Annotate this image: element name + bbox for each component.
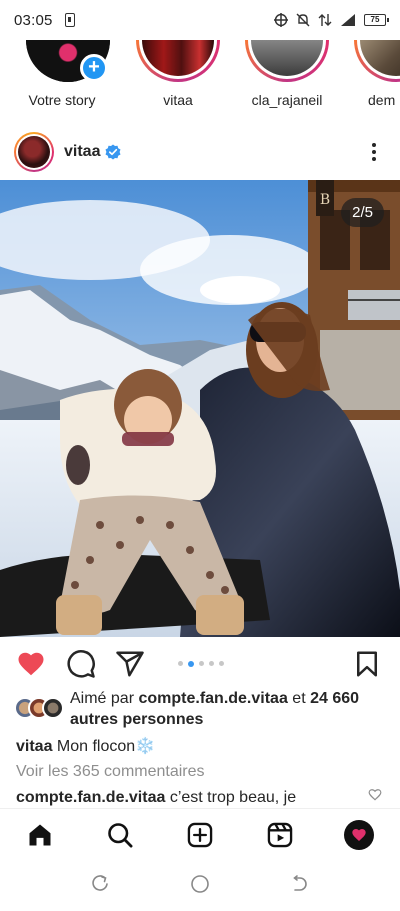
carousel-dot (219, 661, 224, 666)
recents-icon[interactable] (90, 874, 110, 894)
post-photo-illustration: B (0, 180, 400, 637)
liker-avatars (14, 697, 66, 721)
post-actions (0, 644, 400, 684)
share-icon[interactable] (115, 649, 145, 679)
likes-text: Aimé par compte.fan.de.vitaa et 24 660 a… (70, 690, 360, 728)
signal-icon (341, 14, 355, 26)
profile-heart-icon (352, 829, 366, 841)
story-label: Votre story (28, 92, 96, 108)
bookmark-icon[interactable] (352, 649, 382, 679)
story-label: dem (368, 92, 396, 108)
view-comments-link[interactable]: Voir les 365 commentaires (16, 763, 205, 781)
more-options-icon[interactable] (362, 140, 386, 164)
home-icon[interactable] (26, 821, 54, 849)
liked-by-user[interactable]: compte.fan.de.vitaa (138, 690, 287, 707)
image-counter: 2/5 (341, 198, 384, 227)
status-bar: 03:05 75 (0, 0, 400, 40)
status-time: 03:05 (14, 11, 53, 29)
status-icons: 75 (274, 13, 389, 27)
caption-username[interactable]: vitaa (16, 738, 52, 755)
post-caption: vitaa Mon flocon❄️ (16, 736, 155, 756)
likes-summary[interactable]: Aimé par compte.fan.de.vitaa et 24 660 a… (14, 688, 390, 732)
story-label: vitaa (163, 92, 193, 108)
carousel-dot (209, 661, 214, 666)
verified-badge-icon (105, 144, 121, 160)
system-navigation-bar (0, 860, 400, 911)
bottom-tab-bar (0, 808, 400, 860)
post-avatar[interactable] (14, 132, 54, 172)
comment-text: c’est trop beau, je (165, 789, 297, 806)
comment-preview: compte.fan.de.vitaa c’est trop beau, je (16, 789, 296, 807)
heart-icon[interactable] (16, 649, 46, 679)
reels-icon[interactable] (266, 821, 294, 849)
stories-tray[interactable]: + Votre story vitaa cla_rajaneil dem (0, 40, 400, 118)
caption-text: Mon flocon❄️ (52, 738, 156, 755)
search-icon[interactable] (106, 821, 134, 849)
location-icon (274, 13, 288, 27)
comment-icon[interactable] (66, 649, 96, 679)
comment-username[interactable]: compte.fan.de.vitaa (16, 789, 165, 806)
post-photo[interactable]: B 2/5 (0, 180, 400, 637)
carousel-dot (178, 661, 183, 666)
story-label: cla_rajaneil (251, 92, 323, 108)
add-story-icon[interactable]: + (80, 54, 108, 82)
profile-icon[interactable] (344, 820, 374, 850)
home-circle-icon[interactable] (190, 874, 210, 894)
mute-icon (296, 13, 310, 27)
back-icon[interactable] (290, 874, 310, 894)
carousel-indicator (178, 660, 224, 667)
new-post-icon[interactable] (186, 821, 214, 849)
carousel-dot (199, 661, 204, 666)
battery-icon: 75 (364, 14, 389, 26)
comment-like-icon[interactable] (368, 788, 382, 802)
post-username[interactable]: vitaa (64, 143, 100, 161)
svg-text:B: B (320, 192, 330, 208)
liker-avatar (42, 697, 64, 719)
data-arrows-icon (318, 14, 332, 26)
post-header: vitaa (0, 128, 400, 176)
carousel-dot-active (188, 660, 194, 667)
sim-icon (64, 13, 75, 27)
